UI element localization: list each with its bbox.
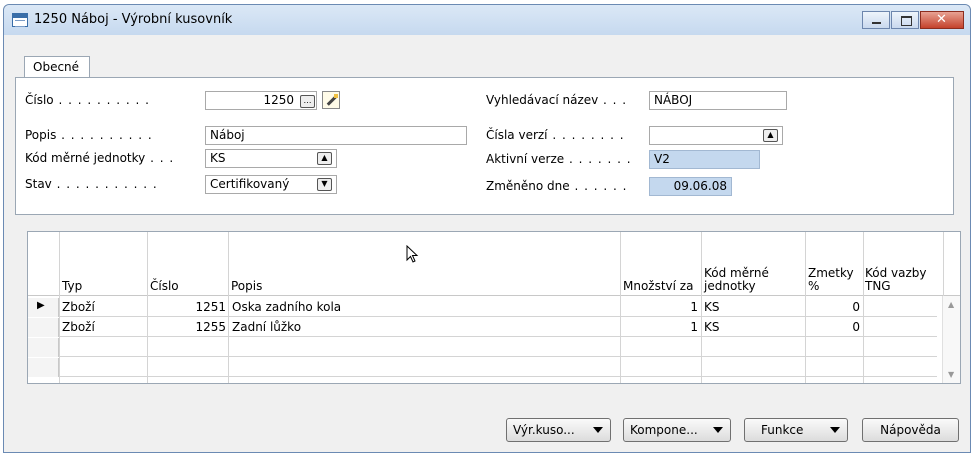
cell-cislo: 1255 <box>195 320 226 334</box>
aktivni-verze-field: V2 <box>649 150 760 169</box>
col-popis[interactable]: Popis <box>231 280 262 293</box>
scroll-up-icon[interactable]: ▲ <box>948 300 954 309</box>
table-row[interactable] <box>28 358 937 377</box>
chevron-down-icon <box>830 427 840 433</box>
col-mnozstvi[interactable]: Množství za <box>623 280 693 293</box>
cell-mnozstvi: 1 <box>690 300 698 314</box>
general-panel: Číslo . . . . . . . . . . 1250 … Popis .… <box>15 77 954 215</box>
popis-field[interactable]: Náboj <box>205 126 467 145</box>
table-row[interactable] <box>28 338 937 357</box>
cell-jednotka: KS <box>704 300 720 314</box>
window-controls <box>861 11 964 29</box>
cell-popis: Oska zadního kola <box>232 300 342 314</box>
maximize-icon[interactable] <box>891 11 919 29</box>
vyhledavaci-nazev-label: Vyhledávací název . . . <box>486 93 628 107</box>
cell-mnozstvi: 1 <box>690 320 698 334</box>
vyhledavaci-nazev-field[interactable]: NÁBOJ <box>649 91 787 110</box>
row-selector[interactable]: ▶ <box>28 298 59 317</box>
kompone-menu-button[interactable]: Kompone... <box>623 418 731 442</box>
minimize-icon[interactable] <box>862 11 890 29</box>
bom-lines-grid: Typ Číslo Popis Množství za Kód měrné jed… <box>27 231 961 384</box>
funkce-menu-button[interactable]: Funkce <box>744 418 848 442</box>
window-title: 1250 Náboj - Výrobní kusovník <box>34 12 233 27</box>
cell-zmetky: 0 <box>852 300 860 314</box>
kompone-label: Kompone... <box>630 423 698 437</box>
vyr-kuso-menu-button[interactable]: Výr.kuso... <box>506 418 611 442</box>
chevron-down-icon[interactable]: ▼ <box>317 178 332 191</box>
arrow-up-icon[interactable]: ▲ <box>317 152 332 165</box>
zmeneno-dne-field: 09.06.08 <box>649 177 732 196</box>
form-icon <box>12 13 28 27</box>
cell-typ: Zboží <box>62 300 95 314</box>
cisla-verzi-label: Čísla verzí . . . . . . . . <box>486 128 625 142</box>
popis-label: Popis . . . . . . . . . . <box>25 128 153 142</box>
aktivni-verze-label: Aktivní verze . . . . . . . <box>486 152 632 166</box>
kod-jednotky-label: Kód měrné jednotky . . . <box>25 151 175 165</box>
cislo-label: Číslo . . . . . . . . . . <box>25 93 150 107</box>
col-zmetky[interactable]: Zmetky% <box>808 267 854 293</box>
arrow-up-icon[interactable]: ▲ <box>763 129 778 142</box>
table-row[interactable]: Zboží 1255 Zadní lůžko 1 KS 0 <box>28 318 937 337</box>
chevron-down-icon <box>593 427 603 433</box>
cell-cislo: 1251 <box>195 300 226 314</box>
title-bar[interactable]: 1250 Náboj - Výrobní kusovník <box>4 5 970 35</box>
scroll-down-icon[interactable]: ▼ <box>948 370 954 379</box>
row-selector[interactable] <box>28 338 59 357</box>
stav-label: Stav . . . . . . . . . . . <box>25 177 158 191</box>
cell-popis: Zadní lůžko <box>232 320 302 334</box>
row-pointer-icon: ▶ <box>37 300 45 311</box>
bom-window: 1250 Náboj - Výrobní kusovník <box>3 4 971 453</box>
lookup-ellipsis-icon[interactable]: … <box>300 95 315 108</box>
cell-jednotka: KS <box>704 320 720 334</box>
cell-typ: Zboží <box>62 320 95 334</box>
chevron-down-icon <box>713 427 723 433</box>
cell-zmetky: 0 <box>852 320 860 334</box>
row-selector[interactable] <box>28 318 59 337</box>
mouse-pointer-icon <box>406 245 419 263</box>
row-selector[interactable] <box>28 358 59 377</box>
funkce-label: Funkce <box>761 423 804 437</box>
table-row[interactable]: ▶ Zboží 1251 Oska zadního kola 1 KS 0 <box>28 298 937 317</box>
close-icon[interactable] <box>920 11 964 29</box>
grid-header: Typ Číslo Popis Množství za Kód měrné jed… <box>28 232 960 296</box>
vertical-scrollbar[interactable]: ▲ ▼ <box>942 296 960 383</box>
col-kod-jednotky[interactable]: Kód měrné jednotky <box>704 267 769 293</box>
tab-obecne[interactable]: Obecné <box>24 56 90 78</box>
napoveda-button[interactable]: Nápověda <box>862 418 959 442</box>
edit-pencil-icon[interactable] <box>322 91 340 109</box>
col-cislo[interactable]: Číslo <box>150 280 179 293</box>
col-typ[interactable]: Typ <box>62 280 82 293</box>
col-kod-vazby[interactable]: Kód vazby TNG <box>865 267 927 293</box>
zmeneno-dne-label: Změněno dne . . . . . . <box>486 179 628 193</box>
vyr-kuso-label: Výr.kuso... <box>513 423 575 437</box>
